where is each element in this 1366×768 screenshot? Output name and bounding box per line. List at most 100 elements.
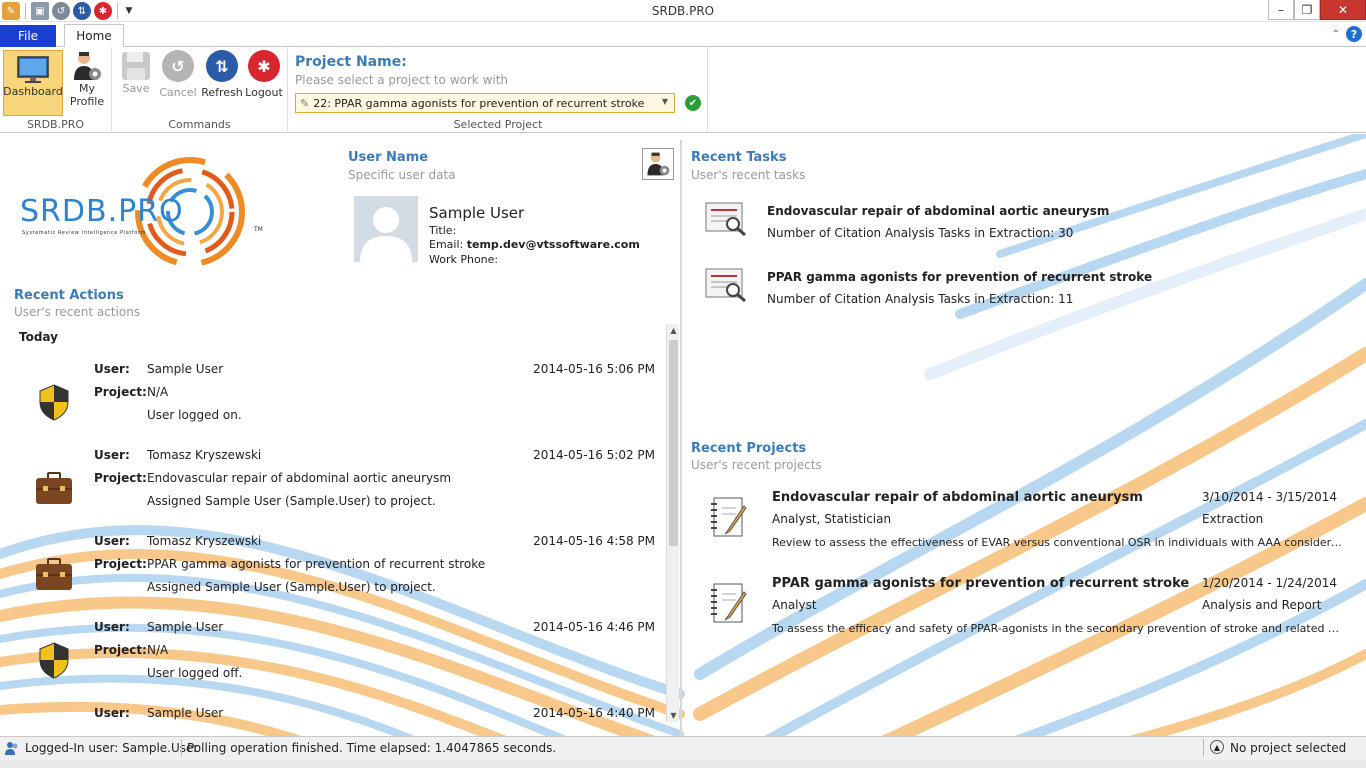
chevron-up-icon[interactable]: ▲ <box>1210 740 1224 754</box>
undo-icon: ↺ <box>162 50 194 82</box>
panel-divider <box>680 140 682 736</box>
actions-scrollbar[interactable]: ▲ ▼ <box>666 324 679 722</box>
project-description: To assess the efficacy and safety of PPA… <box>772 622 1342 635</box>
restore-button[interactable]: ❐ <box>1294 0 1320 20</box>
project-name-label: Project Name: <box>295 54 407 70</box>
tab-file[interactable]: File <box>0 25 56 47</box>
project-item[interactable]: Endovascular repair of abdominal aortic … <box>708 490 1348 570</box>
project-select[interactable]: ✎ 22: PPAR gamma agonists for prevention… <box>295 93 675 113</box>
collapse-ribbon-icon[interactable]: ⌃ <box>1332 29 1340 40</box>
tab-home[interactable]: Home <box>64 24 124 48</box>
user-section-sub: Specific user data <box>348 168 456 182</box>
dashboard-main: SRDB.PRO Systematic Review Intelligence … <box>0 134 1366 736</box>
list-item[interactable]: User: Sample User 2014-05-16 4:46 PM Pro… <box>0 620 666 706</box>
action-project-key: Project: <box>94 471 147 485</box>
status-separator <box>181 739 182 757</box>
refresh-icon[interactable]: ⇅ <box>73 2 91 20</box>
monitor-icon <box>17 56 49 83</box>
task-detail: Number of Citation Analysis Tasks in Ext… <box>767 292 1074 306</box>
edit-icon: ✎ <box>300 96 310 110</box>
project-item[interactable]: PPAR gamma agonists for prevention of re… <box>708 576 1348 656</box>
user-section-title: User Name <box>348 150 429 165</box>
recent-actions-title: Recent Actions <box>14 288 124 303</box>
project-dates: 3/10/2014 - 3/15/2014 <box>1202 490 1338 504</box>
list-item[interactable]: User: Tomasz Kryszewski 2014-05-16 5:02 … <box>0 448 666 534</box>
list-item[interactable]: User: Sample User 2014-05-16 5:06 PM Pro… <box>0 362 666 448</box>
user-email[interactable]: temp.dev@vtssoftware.com <box>467 238 640 251</box>
project-title: PPAR gamma agonists for prevention of re… <box>772 576 1190 591</box>
undo-icon[interactable]: ↺ <box>52 2 70 20</box>
task-item[interactable]: Endovascular repair of abdominal aortic … <box>705 200 1345 250</box>
recent-actions-sub: User's recent actions <box>14 305 141 319</box>
help-icon[interactable]: ? <box>1346 26 1362 42</box>
save-label: Save <box>122 82 150 95</box>
status-bar: Logged-In user: Sample.User Polling oper… <box>0 736 1366 760</box>
title-bar: ✎ ▣ ↺ ⇅ ✱ ▼ SRDB.PRO – ❐ ✕ <box>0 0 1366 22</box>
refresh-button[interactable]: ⇅ Refresh <box>201 50 243 99</box>
user-email-row: Email: temp.dev@vtssoftware.com <box>429 238 640 251</box>
logout-icon[interactable]: ✱ <box>94 2 112 20</box>
action-time: 2014-05-16 5:06 PM <box>533 362 655 376</box>
action-user-key: User: <box>94 706 130 720</box>
cancel-button[interactable]: ↺ Cancel <box>159 50 197 99</box>
group-commands: Save ↺ Cancel ⇅ Refresh ✱ Logout Command… <box>112 47 288 133</box>
scroll-down-icon[interactable]: ▼ <box>667 709 680 722</box>
project-description: Review to assess the effectiveness of EV… <box>772 536 1342 549</box>
scroll-thumb[interactable] <box>669 340 678 546</box>
recent-tasks-sub: User's recent tasks <box>691 168 806 182</box>
close-button[interactable]: ✕ <box>1320 0 1366 20</box>
chevron-down-icon[interactable]: ▼ <box>123 2 135 20</box>
my-profile-button[interactable]: My Profile <box>66 50 108 108</box>
recent-tasks-title: Recent Tasks <box>691 150 787 165</box>
user-settings-button[interactable] <box>642 148 674 180</box>
task-title: PPAR gamma agonists for prevention of re… <box>767 270 1153 284</box>
list-item[interactable]: User: Tomasz Kryszewski 2014-05-16 4:58 … <box>0 534 666 620</box>
recent-actions-list: Today User: Sample User 2014-05-16 5:06 … <box>0 324 666 724</box>
action-user-key: User: <box>94 362 130 376</box>
task-title: Endovascular repair of abdominal aortic … <box>767 204 1110 218</box>
chevron-down-icon: ▼ <box>661 97 668 106</box>
action-message: User logged off. <box>147 666 243 680</box>
group-label-commands: Commands <box>168 118 231 131</box>
app-icon[interactable]: ✎ <box>2 2 20 20</box>
action-user: Tomasz Kryszewski <box>147 448 262 462</box>
dashboard-label: Dashboard <box>3 85 63 98</box>
task-search-icon <box>705 268 746 302</box>
project-select-value: 22: PPAR gamma agonists for prevention o… <box>313 96 645 110</box>
list-item[interactable]: User: Sample User 2014-05-16 4:40 PM <box>0 706 666 724</box>
user-phone-label: Work Phone: <box>429 253 499 266</box>
logo-tm: TM <box>254 226 263 233</box>
refresh-label: Refresh <box>201 86 243 99</box>
window-controls: – ❐ ✕ <box>1268 0 1366 20</box>
action-time: 2014-05-16 5:02 PM <box>533 448 655 462</box>
my-profile-label-2: Profile <box>69 95 105 108</box>
project-phase: Extraction <box>1202 512 1264 526</box>
action-time: 2014-05-16 4:46 PM <box>533 620 655 634</box>
action-user: Sample User <box>147 620 224 634</box>
avatar <box>354 196 418 262</box>
action-user-key: User: <box>94 448 130 462</box>
logout-button[interactable]: ✱ Logout <box>244 50 284 99</box>
window-title: SRDB.PRO <box>651 4 715 18</box>
task-detail: Number of Citation Analysis Tasks in Ext… <box>767 226 1074 240</box>
task-item[interactable]: PPAR gamma agonists for prevention of re… <box>705 266 1345 316</box>
save-icon[interactable]: ▣ <box>31 2 49 20</box>
action-user: Tomasz Kryszewski <box>147 534 262 548</box>
user-gear-icon <box>74 52 101 80</box>
check-icon[interactable]: ✔ <box>685 95 701 111</box>
user-title-label: Title: <box>429 224 457 237</box>
action-project-key: Project: <box>94 643 147 657</box>
action-message: Assigned Sample User (Sample.User) to pr… <box>147 580 436 594</box>
refresh-icon: ⇅ <box>206 50 238 82</box>
action-project: N/A <box>147 643 169 657</box>
action-message: User logged on. <box>147 408 242 422</box>
group-label-srdb: SRDB.PRO <box>26 118 85 131</box>
scroll-up-icon[interactable]: ▲ <box>667 324 680 337</box>
logo-tagline: Systematic Review Intelligence Platform <box>22 230 146 236</box>
minimize-button[interactable]: – <box>1268 0 1294 20</box>
logout-icon: ✱ <box>248 50 280 82</box>
dashboard-button[interactable]: Dashboard <box>3 50 63 116</box>
action-message: Assigned Sample User (Sample.User) to pr… <box>147 494 436 508</box>
save-button[interactable]: Save <box>118 50 154 95</box>
bottom-strip <box>0 760 1366 768</box>
